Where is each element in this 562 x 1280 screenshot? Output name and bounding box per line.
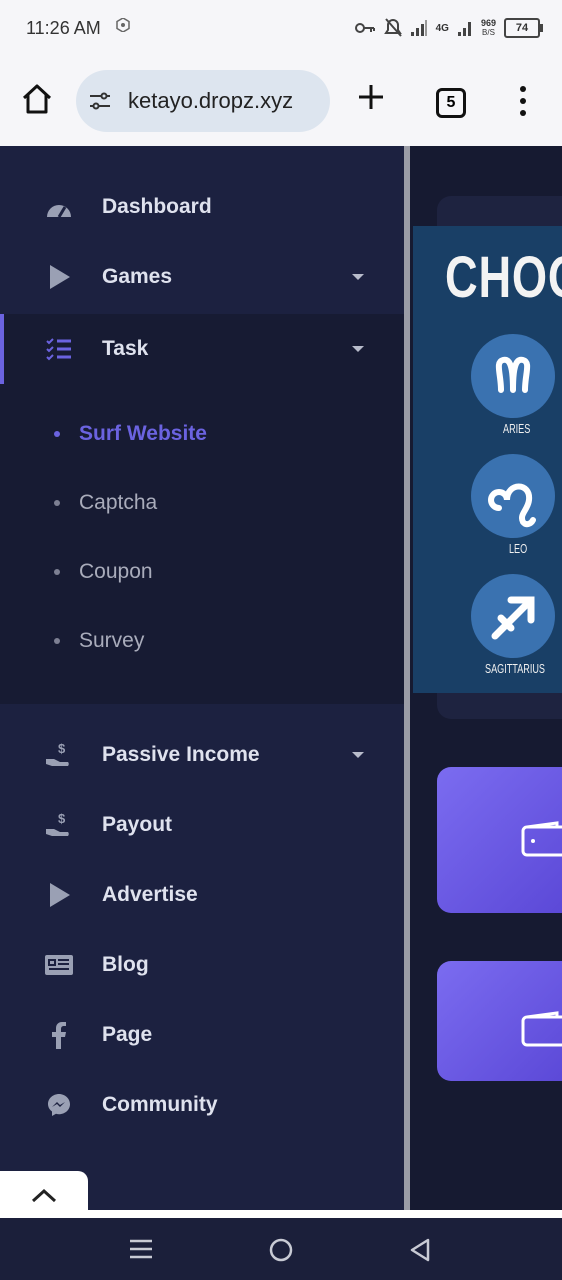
battery-indicator: 74 <box>504 18 543 38</box>
more-menu-icon[interactable] <box>516 85 530 117</box>
task-list-icon <box>44 334 74 364</box>
bullet-icon <box>54 638 60 644</box>
system-navigation-bar <box>0 1218 562 1280</box>
leo-label: LEO <box>509 541 528 556</box>
submenu-item-survey[interactable]: Survey <box>0 621 405 661</box>
tab-switcher-button[interactable]: 5 <box>436 88 466 118</box>
wallet-card[interactable] <box>437 767 562 913</box>
wallet-icon <box>521 821 562 857</box>
leo-badge[interactable] <box>471 454 555 538</box>
svg-text:$: $ <box>58 741 66 756</box>
sidebar-item-label: Games <box>102 265 173 288</box>
aries-icon <box>495 356 531 393</box>
chevron-down-icon <box>352 274 364 280</box>
sidebar-item-task[interactable]: Task <box>0 314 405 384</box>
sidebar-item-label: Task <box>102 337 149 360</box>
new-tab-icon[interactable] <box>356 82 386 112</box>
sidebar-item-blog[interactable]: Blog <box>0 930 405 1000</box>
svg-text:$: $ <box>58 811 66 826</box>
address-bar[interactable]: ketayo.dropz.xyz <box>76 70 330 132</box>
home-icon[interactable] <box>20 82 54 116</box>
bullet-icon <box>54 569 60 575</box>
money-hand-icon: $ <box>44 740 74 770</box>
aries-label: ARIES <box>503 421 531 436</box>
sidebar-item-dashboard[interactable]: Dashboard <box>0 172 405 242</box>
sidebar-item-label: Community <box>102 1093 218 1116</box>
sidebar-item-games[interactable]: Games <box>0 242 405 312</box>
submenu-item-surf-website[interactable]: Surf Website <box>0 414 405 454</box>
site-settings-icon[interactable] <box>88 89 112 113</box>
page-bottom-edge <box>0 1210 562 1218</box>
submenu-item-label: Captcha <box>79 491 158 514</box>
bell-muted-icon <box>383 18 402 37</box>
sidebar: Dashboard Games Task Surf Website Captch… <box>0 146 405 1210</box>
messenger-icon <box>44 1090 74 1120</box>
status-bar: 11:26 AM 4G 969 B/S 74 <box>0 0 562 58</box>
submenu-item-label: Survey <box>79 629 145 652</box>
sidebar-item-label: Dashboard <box>102 195 212 218</box>
sidebar-item-label: Payout <box>102 813 173 836</box>
sidebar-item-label: Advertise <box>102 883 198 906</box>
browser-toolbar: ketayo.dropz.xyz 5 <box>0 58 562 147</box>
bullet-icon <box>54 500 60 506</box>
play-icon <box>44 262 74 292</box>
vpn-key-icon <box>354 23 375 33</box>
task-submenu: Surf Website Captcha Coupon Survey <box>0 384 405 704</box>
url-text[interactable]: ketayo.dropz.xyz <box>128 88 293 114</box>
sidebar-item-label: Blog <box>102 953 149 976</box>
wallet-icon-2 <box>521 1011 562 1047</box>
submenu-item-captcha[interactable]: Captcha <box>0 483 405 523</box>
signal-icon <box>410 20 427 36</box>
main-content: CHOOS ARIES LEO SAGITTARIUS <box>410 146 562 1210</box>
sim-icon <box>116 18 130 32</box>
status-time: 11:26 AM <box>26 18 101 38</box>
back-icon[interactable] <box>408 1237 432 1263</box>
leo-icon <box>488 483 536 528</box>
wallet-card-2[interactable] <box>437 961 562 1081</box>
sidebar-item-label: Passive Income <box>102 743 260 766</box>
home-circle-icon[interactable] <box>268 1237 294 1263</box>
sagittarius-badge[interactable] <box>471 574 555 658</box>
banner-title: CHOOS <box>445 245 562 310</box>
gauge-icon <box>44 192 74 222</box>
bullet-icon <box>54 431 60 437</box>
sidebar-scrollbar[interactable] <box>404 146 410 1210</box>
sagittarius-label: SAGITTARIUS <box>485 661 546 676</box>
sagittarius-icon <box>491 596 535 640</box>
sidebar-item-passive-income[interactable]: $ Passive Income <box>0 720 405 790</box>
zodiac-banner[interactable]: CHOOS ARIES LEO SAGITTARIUS <box>413 226 562 693</box>
facebook-icon <box>44 1020 74 1050</box>
recent-apps-icon[interactable] <box>128 1238 154 1260</box>
network-type: 4G <box>435 22 449 34</box>
net-speed: 969 B/S <box>480 18 496 38</box>
submenu-item-label: Coupon <box>79 560 153 583</box>
sidebar-item-label: Page <box>102 1023 153 1046</box>
submenu-item-coupon[interactable]: Coupon <box>0 552 405 592</box>
sidebar-item-community[interactable]: Community <box>0 1070 405 1140</box>
chevron-down-icon <box>352 752 364 758</box>
signal-icon-2 <box>457 22 471 36</box>
status-icons: 4G 969 B/S 74 <box>354 16 543 40</box>
submenu-item-label: Surf Website <box>79 422 207 445</box>
chevron-down-icon <box>352 346 364 352</box>
sidebar-item-page[interactable]: Page <box>0 1000 405 1070</box>
newspaper-icon <box>44 950 74 980</box>
sidebar-item-payout[interactable]: $ Payout <box>0 790 405 860</box>
money-hand-icon: $ <box>44 810 74 840</box>
play-icon <box>44 880 74 910</box>
sidebar-item-advertise[interactable]: Advertise <box>0 860 405 930</box>
aries-badge[interactable] <box>471 334 555 418</box>
